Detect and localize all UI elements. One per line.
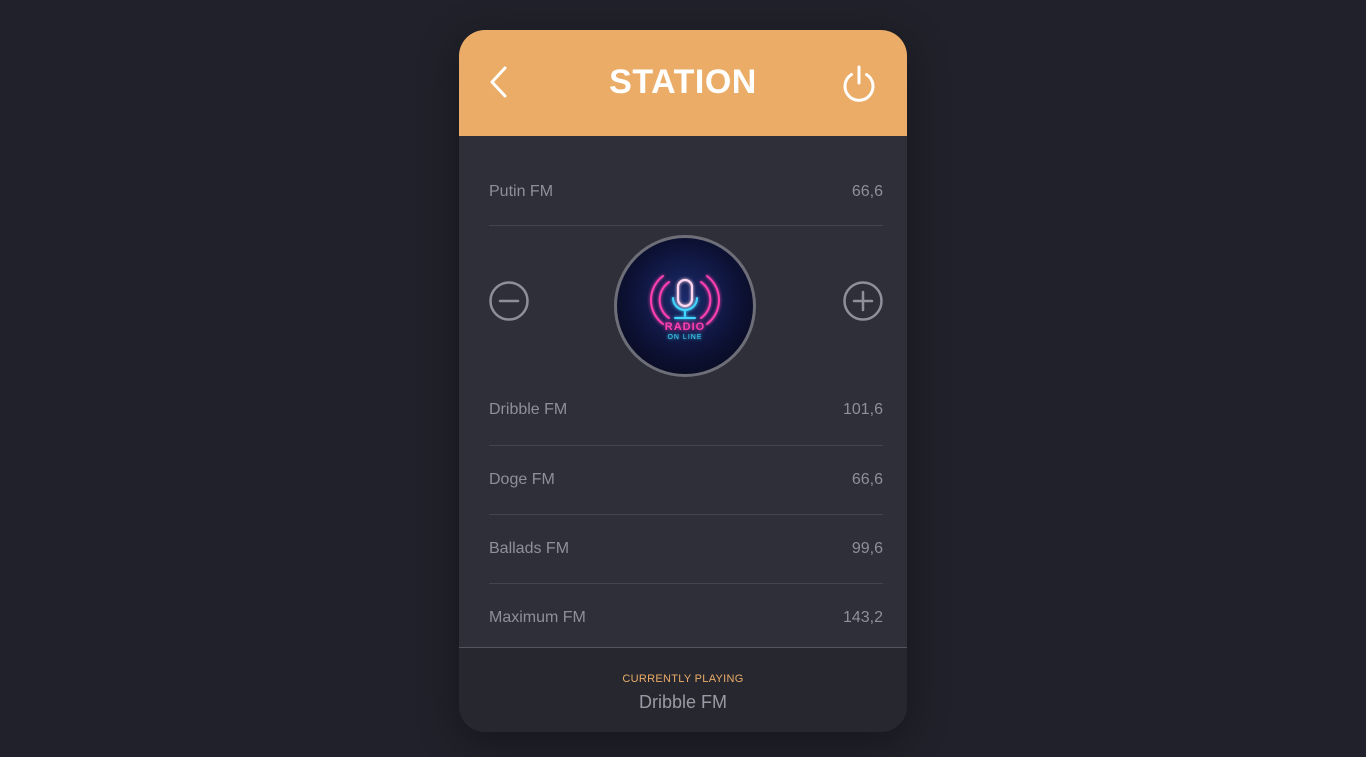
now-playing-footer: CURRENTLY PLAYING Dribble FM [459,647,907,732]
station-name: Maximum FM [489,609,586,626]
minus-circle-icon [489,281,529,321]
previous-station-button[interactable] [489,281,529,321]
currently-playing-station: Dribble FM [638,692,727,712]
station-row[interactable]: Doge FM 66,6 [489,446,883,515]
station-logo-disc: RADIO ON LINE [614,235,756,377]
station-list: Putin FM 66,6 RADIO ON LINE Dribble FM 1… [489,136,883,652]
next-station-button[interactable] [843,281,883,321]
power-icon [843,65,875,102]
station-name: Dribble FM [489,401,568,418]
plus-circle-icon [843,281,883,321]
currently-playing-label: CURRENTLY PLAYING [622,673,744,685]
station-frequency: 143,2 [842,609,883,626]
header-bar: STATION [459,30,907,136]
station-row[interactable]: Maximum FM 143,2 [489,584,883,652]
station-frequency: 99,6 [851,540,883,557]
station-row[interactable]: Putin FM 66,6 [489,136,883,226]
station-row[interactable]: Dribble FM 101,6 [489,377,883,446]
station-row[interactable]: Ballads FM 99,6 [489,515,883,584]
station-name: Ballads FM [489,540,570,557]
station-frequency: 66,6 [851,471,883,488]
now-playing-player: RADIO ON LINE [489,226,883,377]
station-name: Doge FM [489,471,555,488]
logo-text-radio: RADIO [664,321,706,333]
radio-microphone-icon [650,275,720,325]
station-frequency: 101,6 [842,401,883,418]
radio-card: STATION Putin FM 66,6 RADIO ON LINE Drib… [459,30,907,732]
logo-text-online: ON LINE [667,334,703,341]
power-button[interactable] [840,64,878,104]
